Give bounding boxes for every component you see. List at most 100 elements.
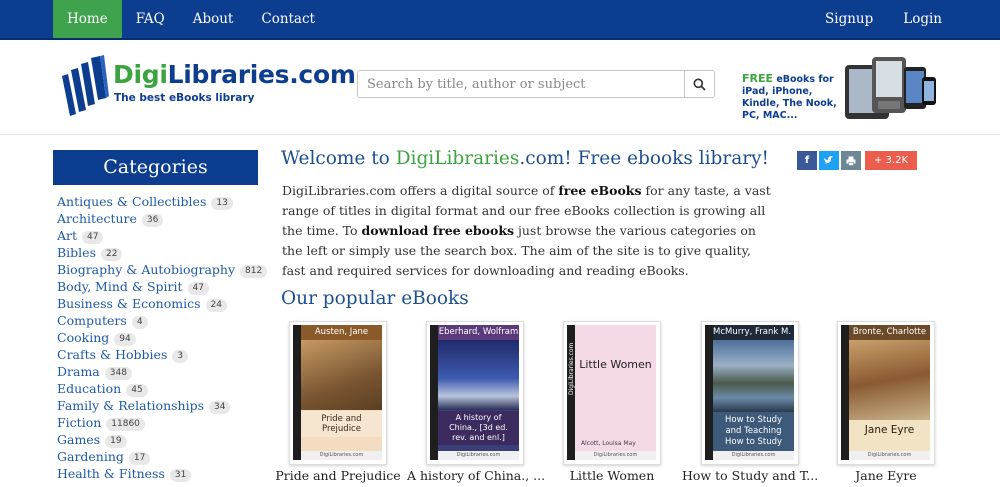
category-count-badge: 11860 bbox=[106, 418, 145, 431]
category-count-badge: 19 bbox=[105, 435, 127, 448]
nav-right-group: Signup Login bbox=[810, 0, 957, 38]
category-link[interactable]: Health & Fitness bbox=[57, 466, 165, 481]
search-input[interactable] bbox=[358, 71, 676, 97]
book-cover-footer: DigiLibraries.com bbox=[849, 451, 930, 460]
category-count-badge: 47 bbox=[187, 282, 209, 295]
category-item: Education 45 bbox=[57, 381, 262, 398]
book-cover-author: Alcott, Louisa May bbox=[581, 440, 636, 447]
book-cover-footer: DigiLibraries.com bbox=[575, 451, 656, 460]
category-item: Body, Mind & Spirit 47 bbox=[57, 279, 262, 296]
top-navigation: Home FAQ About Contact Signup Login bbox=[0, 0, 1000, 40]
nav-contact-link[interactable]: Contact bbox=[247, 0, 329, 38]
category-count-badge: 31 bbox=[169, 469, 192, 482]
category-item: Family & Relationships 34 bbox=[57, 398, 262, 415]
book-cover-footer: DigiLibraries.com bbox=[713, 451, 794, 460]
category-item: Art 47 bbox=[57, 228, 262, 245]
category-link[interactable]: Business & Economics bbox=[57, 296, 201, 311]
category-link[interactable]: Architecture bbox=[57, 211, 137, 226]
nav-about-link[interactable]: About bbox=[179, 0, 248, 38]
print-icon bbox=[846, 156, 856, 166]
nav-signup-link[interactable]: Signup bbox=[810, 0, 888, 38]
category-link[interactable]: Body, Mind & Spirit bbox=[57, 279, 183, 294]
category-link[interactable]: Crafts & Hobbies bbox=[57, 347, 167, 362]
category-link[interactable]: Gardening bbox=[57, 449, 124, 464]
book-cover-art bbox=[849, 340, 930, 420]
book-card[interactable]: Eberhard, Wolfram A history of China., [3… bbox=[426, 321, 524, 465]
welcome-heading: Welcome to DigiLibraries.com! Free ebook… bbox=[281, 148, 769, 169]
category-count-badge: 94 bbox=[114, 333, 136, 346]
book-cover: Alcott, Louisa May Little Women DigiLibrar… bbox=[567, 325, 656, 460]
logo-tagline: The best eBooks library bbox=[114, 92, 255, 104]
category-link[interactable]: Bibles bbox=[57, 245, 96, 260]
popular-heading: Our popular eBooks bbox=[281, 288, 469, 309]
category-list: Antiques & Collectibles 13 Architecture 36 A… bbox=[57, 194, 268, 483]
book-title-link[interactable]: Pride and Prejudice bbox=[271, 468, 405, 483]
category-link[interactable]: Computers bbox=[57, 313, 127, 328]
welcome-brand: DigiLibraries bbox=[395, 148, 520, 169]
book-card[interactable]: Austen, Jane Pride and Prejudice DigiLibra… bbox=[289, 321, 387, 465]
book-title-link[interactable]: Jane Eyre bbox=[819, 468, 953, 483]
book-title-link[interactable]: How to Study and T... bbox=[682, 468, 818, 483]
category-count-badge: 4 bbox=[131, 316, 148, 329]
category-link[interactable]: Fiction bbox=[57, 415, 101, 430]
category-item: Architecture 36 bbox=[57, 211, 262, 228]
promo-free-label: FREE bbox=[742, 72, 774, 85]
book-cover: Bronte, Charlotte Jane Eyre DigiLibraries.… bbox=[841, 325, 930, 460]
share-count-button[interactable]: + 3.2K bbox=[865, 151, 917, 170]
book-cover-title: Little Women bbox=[579, 358, 652, 371]
search-button[interactable] bbox=[684, 71, 714, 97]
promo-text[interactable]: FREE eBooks for iPad, iPhone, Kindle, Th… bbox=[742, 73, 852, 122]
category-item: Computers 4 bbox=[57, 313, 262, 330]
category-count-badge: 36 bbox=[141, 214, 164, 227]
logo-wordmark: DigiLibraries.com bbox=[113, 60, 356, 89]
book-cover-title: Jane Eyre bbox=[849, 421, 930, 439]
print-button[interactable] bbox=[841, 151, 861, 170]
twitter-share-button[interactable] bbox=[819, 151, 839, 170]
facebook-share-button[interactable]: f bbox=[797, 151, 817, 170]
book-cover-title: Pride and Prejudice bbox=[301, 411, 382, 437]
book-cover-author: Bronte, Charlotte bbox=[849, 325, 930, 340]
book-card[interactable]: McMurry, Frank M. (Frank Morton) How to S… bbox=[701, 321, 799, 465]
twitter-icon bbox=[824, 156, 833, 164]
nav-home-link[interactable]: Home bbox=[53, 0, 122, 38]
category-item: Games 19 bbox=[57, 432, 262, 449]
nav-faq-link[interactable]: FAQ bbox=[122, 0, 179, 38]
category-link[interactable]: Art bbox=[57, 228, 77, 243]
category-link[interactable]: Cooking bbox=[57, 330, 109, 345]
book-card[interactable]: Bronte, Charlotte Jane Eyre DigiLibraries.… bbox=[837, 321, 935, 465]
book-title-link[interactable]: A history of China., ... bbox=[407, 468, 545, 483]
category-count-badge: 34 bbox=[209, 401, 231, 414]
category-link[interactable]: Education bbox=[57, 381, 121, 396]
book-title-link[interactable]: Little Women bbox=[545, 468, 679, 483]
search-icon bbox=[693, 78, 706, 91]
welcome-suffix: .com! Free ebooks library! bbox=[519, 148, 769, 169]
site-header: DigiLibraries.com The best eBooks librar… bbox=[0, 40, 1000, 135]
category-item: Bibles 22 bbox=[57, 245, 262, 262]
category-item: Crafts & Hobbies 3 bbox=[57, 347, 262, 364]
category-item: Business & Economics 24 bbox=[57, 296, 262, 313]
category-link[interactable]: Biography & Autobiography bbox=[57, 262, 235, 277]
intro-bold-1: free eBooks bbox=[558, 183, 642, 198]
category-link[interactable]: Games bbox=[57, 432, 100, 447]
category-count-badge: 13 bbox=[211, 197, 233, 210]
category-link[interactable]: Family & Relationships bbox=[57, 398, 204, 413]
category-item: Antiques & Collectibles 13 bbox=[57, 194, 262, 211]
category-count-badge: 47 bbox=[82, 231, 104, 244]
category-count-badge: 3 bbox=[172, 350, 189, 363]
site-logo[interactable]: DigiLibraries.com The best eBooks librar… bbox=[60, 54, 356, 120]
category-count-badge: 22 bbox=[101, 248, 123, 261]
category-item: Fiction 11860 bbox=[57, 415, 262, 432]
search-box bbox=[357, 70, 715, 98]
book-cover-title: How to Study and Teaching How to Study bbox=[724, 415, 783, 447]
book-card[interactable]: Alcott, Louisa May Little Women DigiLibrar… bbox=[563, 321, 661, 465]
facebook-icon: f bbox=[804, 155, 810, 166]
book-cover: Austen, Jane Pride and Prejudice DigiLibra… bbox=[293, 325, 382, 460]
book-cover: Eberhard, Wolfram A history of China., [3… bbox=[430, 325, 519, 460]
book-cover-art bbox=[301, 340, 382, 410]
category-link[interactable]: Drama bbox=[57, 364, 100, 379]
category-count-badge: 812 bbox=[240, 265, 268, 278]
category-item: Biography & Autobiography 812 bbox=[57, 262, 268, 279]
nav-login-link[interactable]: Login bbox=[888, 0, 957, 38]
book-cover-title: A history of China., [3d ed. rev. and en… bbox=[438, 411, 519, 445]
category-link[interactable]: Antiques & Collectibles bbox=[57, 194, 206, 209]
